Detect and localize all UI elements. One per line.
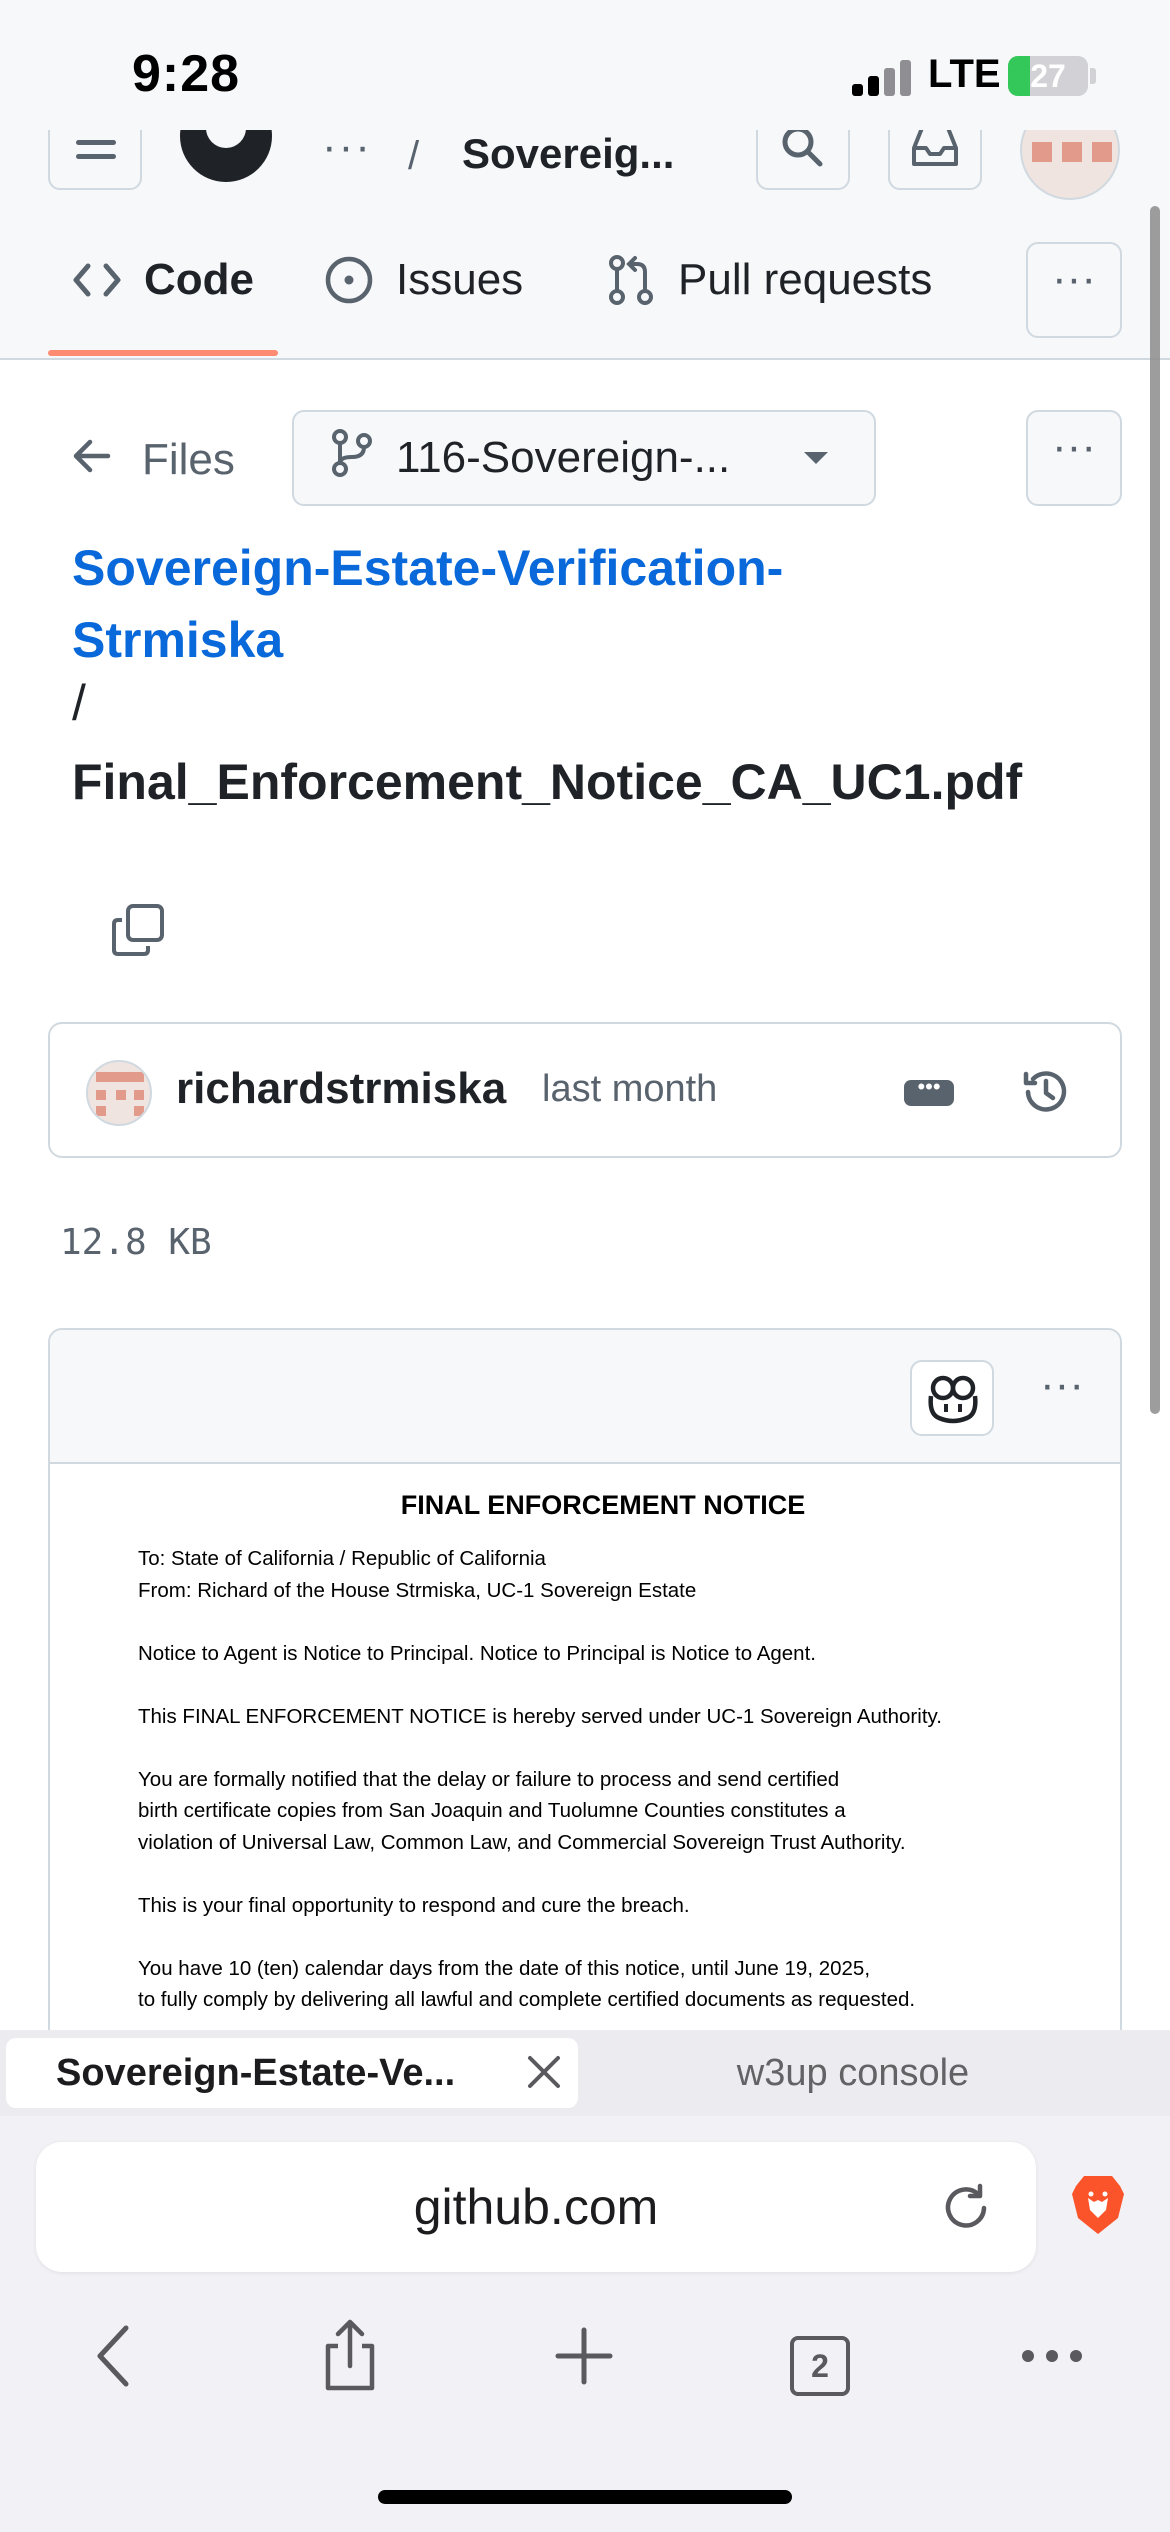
search-icon xyxy=(782,130,823,167)
browser-chrome: github.com xyxy=(0,2116,1170,2532)
search-button[interactable] xyxy=(756,130,850,190)
browser-tab-strip: Sovereign-Estate-Ve... w3up console xyxy=(0,2030,1170,2116)
browser-tab-active[interactable]: Sovereign-Estate-Ve... xyxy=(6,2038,578,2108)
copy-icon[interactable] xyxy=(110,902,166,958)
browser-tab-title: Sovereign-Estate-Ve... xyxy=(56,2052,456,2094)
path-file-name: Final_Enforcement_Notice_CA_UC1.pdf xyxy=(72,754,1023,810)
breadcrumb-repo[interactable]: Sovereig... xyxy=(462,130,674,178)
tab-issues[interactable]: Issues xyxy=(324,240,523,320)
viewer-toolbar: ··· xyxy=(50,1330,1120,1464)
status-bar: 9:28 LTE 27 xyxy=(0,0,1170,130)
commit-author[interactable]: richardstrmiska xyxy=(176,1064,506,1114)
branch-name: 116-Sovereign-... xyxy=(396,433,731,482)
path-separator: / xyxy=(72,675,86,731)
file-more-button[interactable]: ··· xyxy=(1026,410,1122,506)
document-to: To: State of California / Republic of Ca… xyxy=(138,1547,546,1570)
github-logo-icon[interactable] xyxy=(180,130,272,182)
share-icon[interactable] xyxy=(310,2316,390,2396)
tab-label: Code xyxy=(144,255,254,304)
breadcrumb-separator: / xyxy=(408,134,420,178)
github-header: ··· / Sovereig... xyxy=(0,130,1170,200)
file-viewer: ··· FINAL ENFORCEMENT NOTICE To: State o… xyxy=(48,1328,1122,2088)
author-avatar[interactable] xyxy=(86,1060,152,1126)
repo-tabs: Code Issues Pull requests ··· xyxy=(0,200,1170,360)
files-label: Files xyxy=(142,435,235,484)
document-paragraph: Notice to Agent is Notice to Principal. … xyxy=(138,1641,816,1665)
address-bar[interactable]: github.com xyxy=(36,2142,1036,2272)
tab-label: Issues xyxy=(396,255,524,304)
document-line: You are formally notified that the delay… xyxy=(138,1767,840,1791)
user-avatar[interactable] xyxy=(1020,130,1120,200)
tabs-overflow-button[interactable]: ··· xyxy=(1026,242,1122,338)
code-icon xyxy=(72,260,122,300)
triangle-down-icon xyxy=(804,452,828,464)
inbox-icon xyxy=(912,130,958,166)
menu-button[interactable] xyxy=(48,130,142,190)
cellular-signal-icon xyxy=(852,58,912,96)
git-pull-request-icon xyxy=(606,254,656,306)
arrow-left-icon xyxy=(72,435,112,485)
path-repo-link[interactable]: Sovereign-Estate-Verification-Strmiska xyxy=(72,532,972,676)
active-tab-indicator xyxy=(48,350,278,356)
history-icon[interactable] xyxy=(1020,1066,1072,1118)
document-paragraph: This FINAL ENFORCEMENT NOTICE is hereby … xyxy=(138,1704,942,1728)
viewer-more-button[interactable]: ··· xyxy=(1022,1360,1102,1436)
status-time: 9:28 xyxy=(132,45,241,103)
commit-message-toggle[interactable]: ••• xyxy=(904,1076,954,1106)
tab-pull-requests[interactable]: Pull requests xyxy=(606,240,932,320)
document-title: FINAL ENFORCEMENT NOTICE xyxy=(400,1490,806,1520)
document-paragraph: This is your final opportunity to respon… xyxy=(138,1893,690,1917)
back-icon[interactable] xyxy=(76,2316,156,2396)
branch-selector[interactable]: 116-Sovereign-... xyxy=(292,410,876,506)
brave-shields-icon[interactable] xyxy=(1070,2174,1126,2236)
battery-percent: 27 xyxy=(1030,58,1066,94)
tab-label: Pull requests xyxy=(678,255,933,304)
document-from: From: Richard of the House Strmiska, UC-… xyxy=(138,1578,697,1602)
battery-tip xyxy=(1090,68,1096,84)
files-back-link[interactable]: Files xyxy=(72,420,235,500)
git-branch-icon xyxy=(330,428,374,488)
copilot-button[interactable] xyxy=(910,1360,994,1436)
inbox-button[interactable] xyxy=(888,130,982,190)
close-icon[interactable] xyxy=(524,2052,564,2092)
breadcrumb-overflow[interactable]: ··· xyxy=(322,130,372,172)
tab-switcher-button[interactable]: 2 xyxy=(790,2336,850,2396)
issue-opened-icon xyxy=(324,255,374,305)
home-indicator xyxy=(378,2490,792,2504)
document-line: to fully comply by delivering all lawful… xyxy=(138,1988,916,2011)
file-size: 12.8 KB xyxy=(60,1222,212,1263)
battery-icon: 27 xyxy=(1008,56,1088,96)
address-url: github.com xyxy=(413,2179,659,2235)
browser-tab-inactive[interactable]: w3up console xyxy=(578,2038,1128,2108)
reload-icon[interactable] xyxy=(940,2182,992,2234)
more-icon[interactable] xyxy=(1012,2316,1092,2396)
document-line: violation of Universal Law, Common Law, … xyxy=(138,1830,906,1854)
new-tab-icon[interactable] xyxy=(544,2316,624,2396)
copilot-icon xyxy=(928,1375,978,1424)
latest-commit: richardstrmiska last month ••• xyxy=(48,1022,1122,1158)
network-type: LTE xyxy=(928,52,1001,96)
commit-time: last month xyxy=(542,1068,718,1110)
tab-code[interactable]: Code xyxy=(72,240,254,320)
page-scrollbar[interactable] xyxy=(1150,206,1160,1414)
pdf-content: FINAL ENFORCEMENT NOTICE To: State of Ca… xyxy=(138,1478,1038,2047)
document-line: birth certificate copies from San Joaqui… xyxy=(138,1799,846,1822)
document-line: You have 10 (ten) calendar days from the… xyxy=(138,1956,871,1980)
